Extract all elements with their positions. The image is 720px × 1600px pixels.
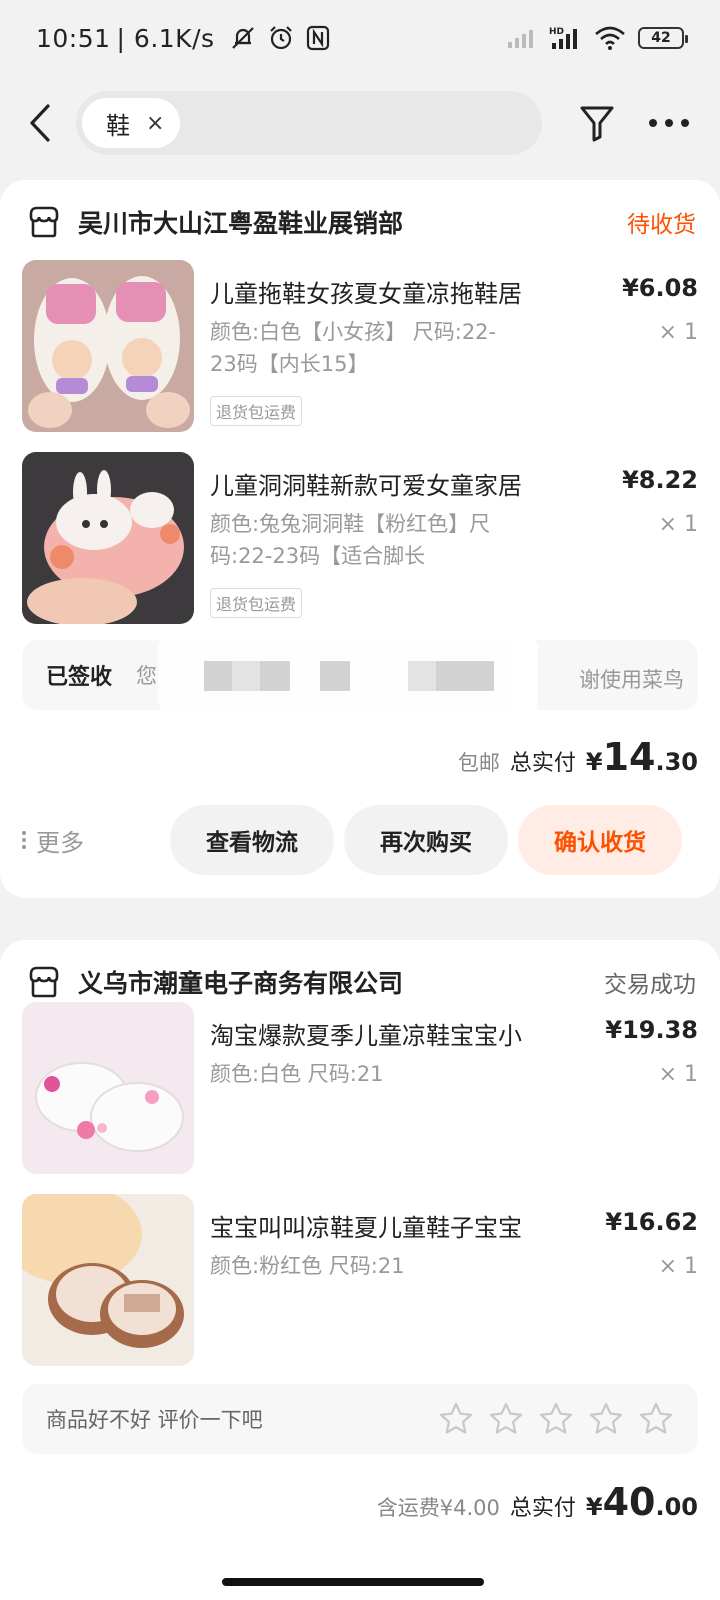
battery-indicator: 42 bbox=[638, 27, 688, 49]
product-spec: 颜色:兔兔洞洞鞋【粉红色】尺码:22-23码【适合脚长 bbox=[210, 512, 491, 568]
rating-stars[interactable] bbox=[438, 1401, 674, 1437]
product-title: 儿童拖鞋女孩夏女童凉拖鞋居 bbox=[210, 280, 522, 308]
star-icon[interactable] bbox=[538, 1401, 574, 1437]
shop-header[interactable]: 吴川市大山江粤盈鞋业展销部 待收货 bbox=[26, 202, 696, 242]
network-speed: | 6.1K/s bbox=[116, 23, 215, 53]
nfc-icon bbox=[306, 25, 329, 51]
product-image bbox=[22, 1194, 194, 1366]
product-title: 淘宝爆款夏季儿童凉鞋宝宝小 bbox=[210, 1022, 522, 1050]
product-quantity: × 1 bbox=[658, 512, 698, 537]
shop-name: 义乌市潮童电子商务有限公司 bbox=[78, 969, 404, 998]
status-time: 10:51 bbox=[36, 23, 111, 53]
more-options-button[interactable] bbox=[644, 98, 694, 148]
search-keyword-chip[interactable]: 鞋 × bbox=[82, 98, 181, 148]
total-label: 总实付 bbox=[509, 1496, 576, 1521]
status-bar: 10:51 | 6.1K/s HD 42 bbox=[0, 0, 720, 76]
return-shipping-badge: 退货包运费 bbox=[210, 588, 303, 618]
vertical-dots-icon bbox=[22, 831, 26, 849]
total-amount: ¥40.00 bbox=[585, 1480, 698, 1524]
signal-weak-icon bbox=[508, 30, 533, 48]
view-logistics-button[interactable]: 查看物流 bbox=[170, 805, 334, 875]
product-image bbox=[22, 260, 194, 432]
product-price: ¥6.08 bbox=[622, 274, 698, 302]
order-total: 含运费¥4.00 总实付 ¥40.00 bbox=[377, 1480, 698, 1524]
order-item[interactable]: 儿童拖鞋女孩夏女童凉拖鞋居 颜色:白色【小女孩】 尺码:22-23码【内长15】… bbox=[22, 260, 698, 432]
product-price: ¥8.22 bbox=[622, 466, 698, 494]
product-quantity: × 1 bbox=[658, 320, 698, 345]
mute-bell-icon bbox=[231, 27, 254, 49]
shipping-note: 含运费¥4.00 bbox=[376, 1496, 500, 1520]
alarm-icon bbox=[269, 26, 292, 50]
logistics-text-end: 谢使用菜鸟 bbox=[579, 668, 684, 692]
filter-icon bbox=[580, 106, 614, 142]
back-button[interactable] bbox=[0, 86, 80, 160]
star-icon[interactable] bbox=[438, 1401, 474, 1437]
star-icon[interactable] bbox=[488, 1401, 524, 1437]
wifi-icon bbox=[595, 26, 625, 50]
order-item[interactable]: 儿童洞洞鞋新款可爱女童家居 颜色:兔兔洞洞鞋【粉红色】尺码:22-23码【适合脚… bbox=[22, 452, 698, 624]
buy-again-button[interactable]: 再次购买 bbox=[344, 805, 508, 875]
shop-icon bbox=[29, 966, 59, 998]
confirm-receipt-button[interactable]: 确认收货 bbox=[518, 805, 682, 875]
product-price: ¥16.62 bbox=[605, 1208, 698, 1236]
return-shipping-badge: 退货包运费 bbox=[210, 396, 303, 426]
order-status: 待收货 bbox=[627, 212, 696, 238]
review-prompt-text: 商品好不好 评价一下吧 bbox=[46, 1408, 263, 1432]
order-item[interactable]: 宝宝叫叫凉鞋夏儿童鞋子宝宝 颜色:粉红色 尺码:21 ¥16.62 × 1 bbox=[22, 1194, 698, 1366]
svg-text:HD: HD bbox=[549, 27, 564, 37]
product-price: ¥19.38 bbox=[605, 1016, 698, 1044]
product-spec: 颜色:白色【小女孩】 尺码:22-23码【内长15】 bbox=[210, 320, 497, 376]
product-title: 宝宝叫叫凉鞋夏儿童鞋子宝宝 bbox=[210, 1214, 522, 1242]
more-actions-button[interactable]: 更多 bbox=[22, 805, 84, 875]
product-spec: 颜色:白色 尺码:21 bbox=[210, 1062, 384, 1086]
shop-icon bbox=[29, 206, 59, 238]
more-dots-icon bbox=[649, 119, 689, 127]
redaction-overlay bbox=[158, 635, 538, 715]
clear-keyword-button[interactable]: × bbox=[146, 111, 164, 136]
total-label: 总实付 bbox=[509, 751, 576, 776]
product-spec: 颜色:粉红色 尺码:21 bbox=[210, 1254, 405, 1278]
search-keyword: 鞋 bbox=[106, 111, 130, 140]
home-indicator[interactable] bbox=[222, 1578, 484, 1586]
chevron-left-icon bbox=[30, 104, 50, 142]
logistics-status: 已签收 bbox=[46, 665, 113, 690]
total-amount: ¥14.30 bbox=[585, 735, 698, 779]
star-icon[interactable] bbox=[588, 1401, 624, 1437]
product-title: 儿童洞洞鞋新款可爱女童家居 bbox=[210, 472, 522, 500]
review-prompt[interactable]: 商品好不好 评价一下吧 bbox=[22, 1384, 698, 1454]
product-quantity: × 1 bbox=[658, 1254, 698, 1279]
product-quantity: × 1 bbox=[658, 1062, 698, 1087]
order-item[interactable]: 淘宝爆款夏季儿童凉鞋宝宝小 颜色:白色 尺码:21 ¥19.38 × 1 bbox=[22, 1002, 698, 1174]
order-total: 包邮 总实付 ¥14.30 bbox=[458, 735, 698, 779]
search-input[interactable]: 鞋 × bbox=[76, 91, 542, 155]
order-actions: 更多 查看物流 再次购买 确认收货 bbox=[22, 805, 698, 875]
search-header: 鞋 × bbox=[0, 86, 720, 160]
product-image bbox=[22, 452, 194, 624]
shop-name: 吴川市大山江粤盈鞋业展销部 bbox=[78, 209, 404, 238]
order-card[interactable]: 吴川市大山江粤盈鞋业展销部 待收货 儿童拖鞋女孩夏女童凉拖鞋居 颜色:白色【小女… bbox=[0, 180, 720, 898]
order-status: 交易成功 bbox=[604, 972, 696, 998]
shipping-note: 包邮 bbox=[457, 751, 500, 775]
star-icon[interactable] bbox=[638, 1401, 674, 1437]
signal-hd-icon: HD bbox=[549, 27, 577, 49]
shop-header[interactable]: 义乌市潮童电子商务有限公司 交易成功 bbox=[26, 962, 696, 1002]
product-image bbox=[22, 1002, 194, 1174]
order-card[interactable]: 义乌市潮童电子商务有限公司 交易成功 淘宝爆款夏季儿童凉鞋宝宝小 颜色:白色 尺… bbox=[0, 940, 720, 1600]
filter-button[interactable] bbox=[572, 98, 622, 148]
